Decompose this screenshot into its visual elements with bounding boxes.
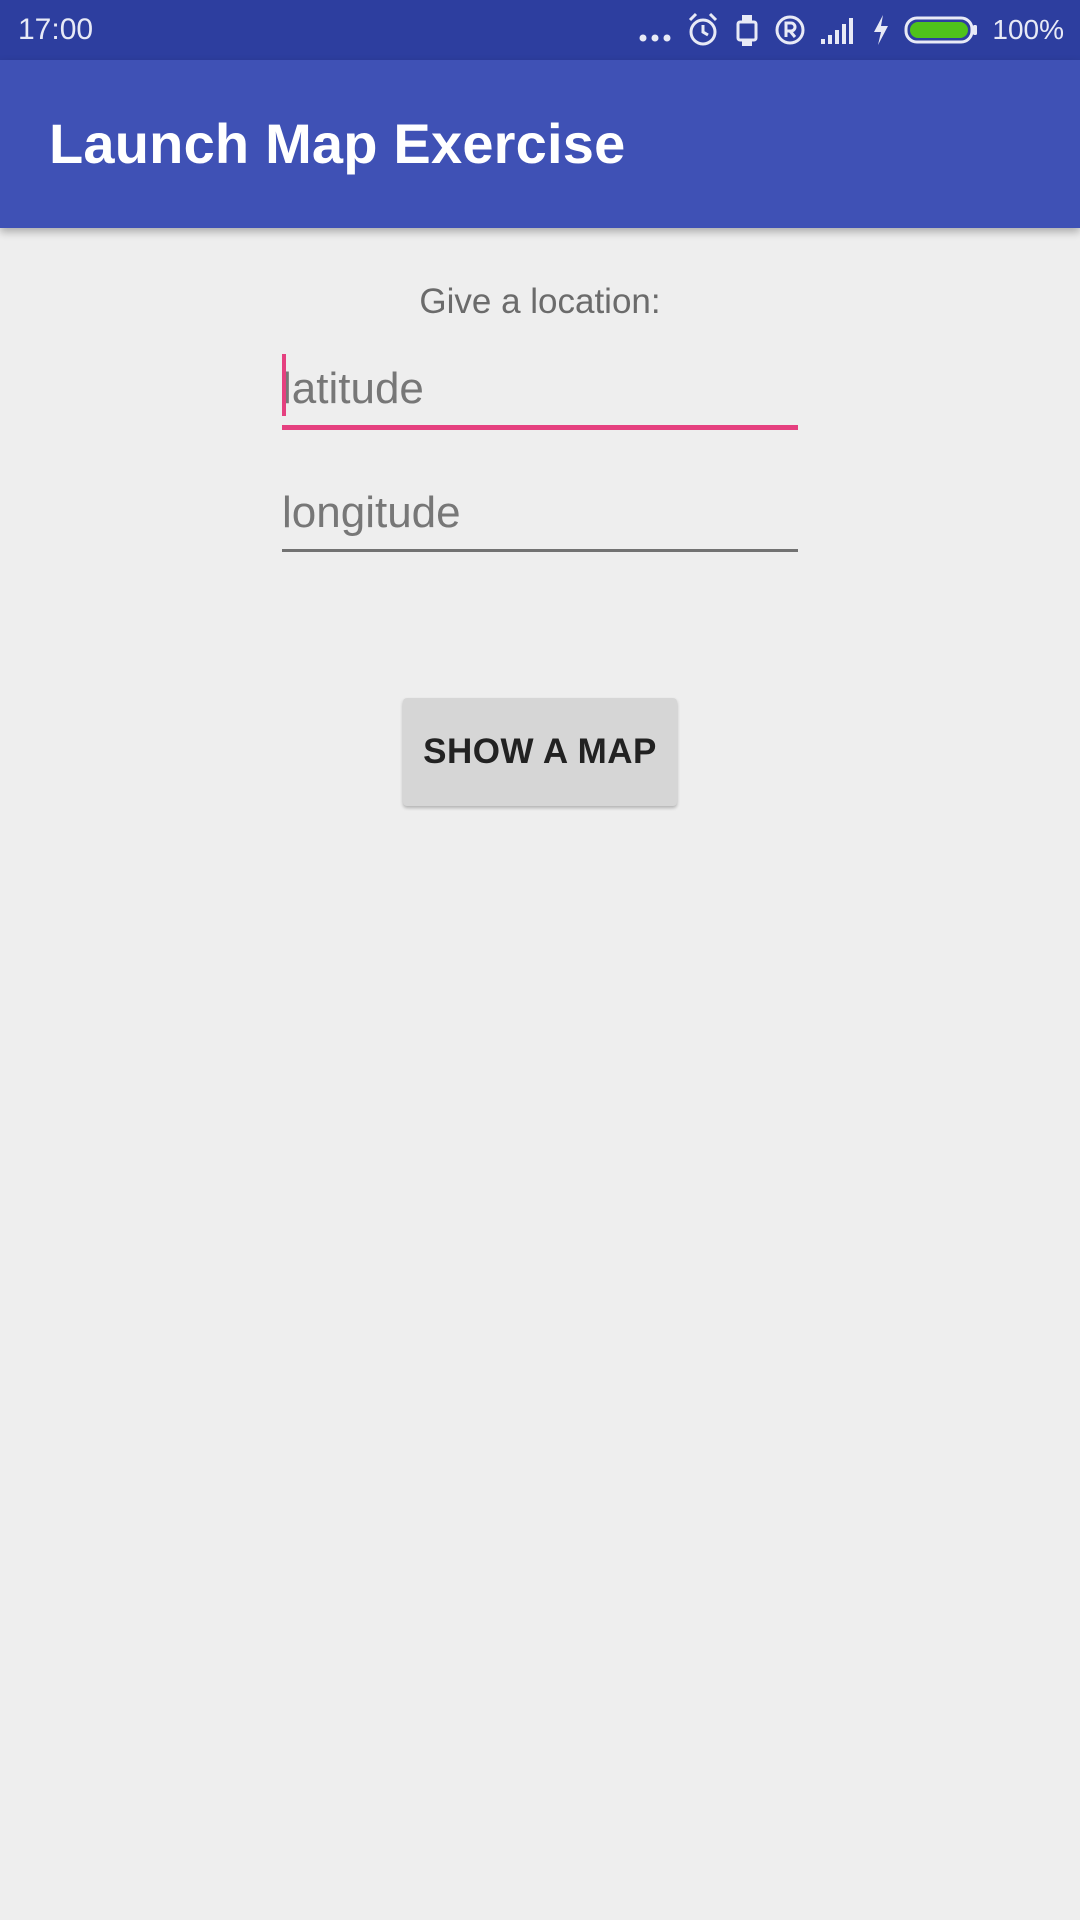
show-map-button[interactable]: SHOW A MAP bbox=[403, 698, 677, 806]
longitude-input[interactable] bbox=[282, 478, 798, 548]
status-icons: 100% bbox=[638, 10, 1064, 50]
status-time: 17:00 bbox=[18, 13, 94, 46]
watch-icon bbox=[734, 12, 760, 48]
registered-icon bbox=[774, 14, 806, 46]
longitude-underline bbox=[282, 549, 798, 552]
longitude-field bbox=[282, 478, 798, 552]
battery-percent: 100% bbox=[992, 14, 1064, 45]
app-title: Launch Map Exercise bbox=[49, 112, 626, 175]
status-bar: 17:00 100% bbox=[0, 0, 1080, 60]
latitude-input[interactable] bbox=[282, 354, 798, 424]
text-cursor bbox=[282, 354, 286, 416]
alarm-icon bbox=[686, 11, 720, 49]
app-bar: Launch Map Exercise bbox=[0, 60, 1080, 228]
location-prompt: Give a location: bbox=[419, 282, 661, 321]
battery-icon bbox=[904, 15, 978, 45]
charging-icon bbox=[872, 14, 890, 46]
latitude-underline bbox=[282, 425, 798, 430]
latitude-field bbox=[282, 354, 798, 430]
signal-icon bbox=[820, 15, 858, 45]
more-dots-icon bbox=[638, 10, 672, 50]
